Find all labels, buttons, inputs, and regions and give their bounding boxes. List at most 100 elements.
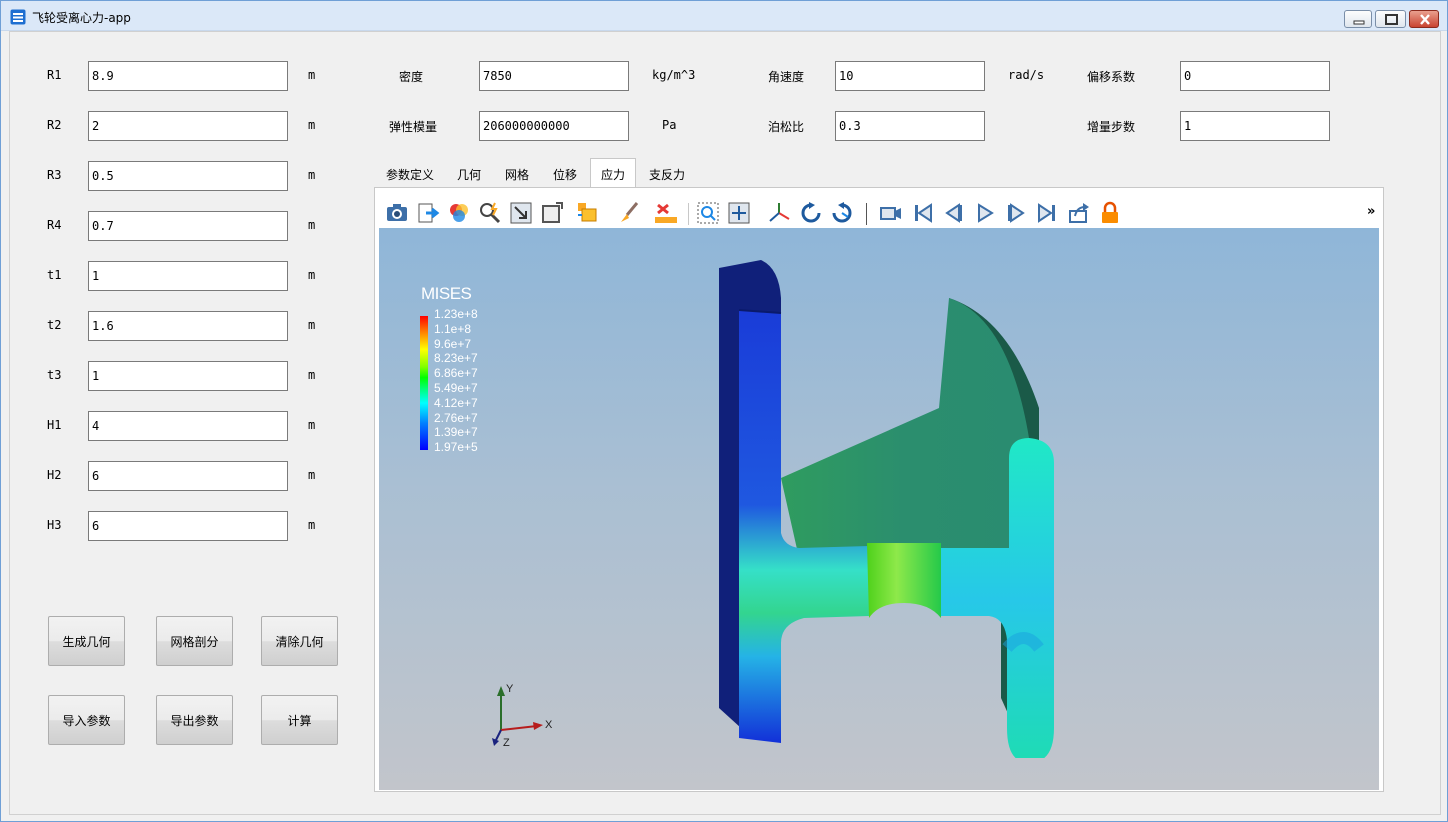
legend-label: 1.23e+8 [434, 307, 478, 321]
param-label-r2: R2 [47, 118, 62, 132]
angular-velocity-input[interactable]: 10 [835, 61, 985, 91]
param-input-r4[interactable]: 0.7 [88, 211, 288, 241]
app-icon [10, 9, 26, 25]
density-label: 密度 [399, 70, 424, 84]
tab-reaction-force[interactable]: 支反力 [639, 159, 695, 187]
param-input-r1[interactable]: 8.9 [88, 61, 288, 91]
pan-icon[interactable] [727, 201, 751, 225]
param-unit-r2: m [308, 118, 316, 132]
export-params-button[interactable]: 导出参数 [156, 695, 233, 745]
toolbar-more-icon[interactable]: » [1367, 204, 1375, 219]
zoom-box-icon[interactable] [696, 201, 720, 225]
param-unit-h2: m [308, 468, 316, 482]
param-input-r3[interactable]: 0.5 [88, 161, 288, 191]
window-title: 飞轮受离心力-app [32, 11, 131, 25]
next-frame-icon[interactable] [1004, 201, 1028, 225]
density-input[interactable]: 7850 [479, 61, 629, 91]
color-map-icon[interactable] [447, 201, 471, 225]
param-label-h2: H2 [47, 468, 62, 482]
video-camera-icon[interactable] [879, 201, 903, 225]
prev-frame-icon[interactable] [942, 201, 966, 225]
modulus-unit: Pa [662, 118, 677, 132]
param-label-t2: t2 [47, 318, 62, 332]
param-input-h2[interactable]: 6 [88, 461, 288, 491]
param-unit-r3: m [308, 168, 316, 182]
compute-button[interactable]: 计算 [261, 695, 338, 745]
param-label-h3: H3 [47, 518, 62, 532]
legend-label: 2.76e+7 [434, 410, 478, 425]
angular-velocity-unit: rad/s [1008, 68, 1045, 82]
param-unit-h1: m [308, 418, 316, 432]
legend-label: 1.97e+5 [434, 440, 478, 455]
first-frame-icon[interactable] [911, 201, 935, 225]
brush-icon[interactable] [617, 201, 641, 225]
tab-param-definition[interactable]: 参数定义 [374, 159, 446, 187]
resize-icon[interactable] [509, 201, 533, 225]
param-input-t2[interactable]: 1.6 [88, 311, 288, 341]
rotate-ccw-icon[interactable] [830, 201, 854, 225]
render-viewport[interactable]: MISES 1.23e+8 1.1e+8 9.6e+7 8.23e+7 6.86e+7 5… [379, 228, 1379, 790]
param-input-h3[interactable]: 6 [88, 511, 288, 541]
legend-label: 6.86e+7 [434, 366, 478, 381]
generate-geometry-button[interactable]: 生成几何 [48, 616, 125, 666]
maximize-button[interactable] [1375, 10, 1406, 28]
axis-z-label: Z [503, 737, 510, 749]
rotate-cw-icon[interactable] [799, 201, 823, 225]
last-frame-icon[interactable] [1035, 201, 1059, 225]
param-input-t3[interactable]: 1 [88, 361, 288, 391]
param-unit-r1: m [308, 68, 316, 82]
play-icon[interactable] [973, 201, 997, 225]
toolbar-separator [866, 203, 867, 225]
param-input-r2[interactable]: 2 [88, 111, 288, 141]
clear-geometry-button[interactable]: 清除几何 [261, 616, 338, 666]
param-input-t1[interactable]: 1 [88, 261, 288, 291]
legend-title: MISES [421, 284, 472, 303]
poisson-input[interactable]: 0.3 [835, 111, 985, 141]
toolbar-separator [688, 203, 689, 225]
tab-stress[interactable]: 应力 [590, 158, 636, 188]
axis-y-label: Y [506, 683, 514, 695]
angular-velocity-label: 角速度 [768, 70, 805, 84]
outline-icon[interactable] [540, 201, 564, 225]
legend-label: 5.49e+7 [434, 381, 478, 395]
ruler-icon[interactable] [654, 201, 678, 225]
box-select-icon[interactable] [576, 201, 600, 225]
param-unit-t2: m [308, 318, 316, 332]
param-input-h1[interactable]: 4 [88, 411, 288, 441]
param-unit-t1: m [308, 268, 316, 282]
param-unit-h3: m [308, 518, 316, 532]
title-bar[interactable]: 飞轮受离心力-app [1, 1, 1447, 31]
param-label-r1: R1 [47, 68, 62, 82]
offset-factor-input[interactable]: 0 [1180, 61, 1330, 91]
offset-factor-label: 偏移系数 [1087, 70, 1136, 84]
modulus-input[interactable]: 206000000000 [479, 111, 629, 141]
share-icon[interactable] [1067, 201, 1091, 225]
minimize-button[interactable] [1344, 10, 1372, 28]
poisson-label: 泊松比 [768, 120, 805, 134]
axis-x-label: X [545, 719, 553, 731]
tab-displacement[interactable]: 位移 [542, 159, 588, 187]
camera-icon[interactable] [385, 201, 409, 225]
param-label-t3: t3 [47, 368, 62, 382]
app-window: 飞轮受离心力-app R1 8.9 m R2 2 m R3 0.5 m R4 0.7 m t1 1 m t2 1… [0, 0, 1448, 822]
param-unit-t3: m [308, 368, 316, 382]
close-button[interactable] [1409, 10, 1439, 28]
axes-icon[interactable] [767, 201, 791, 225]
import-params-button[interactable]: 导入参数 [48, 695, 125, 745]
orientation-axes: Y X Z [492, 683, 553, 749]
tab-mesh[interactable]: 网格 [494, 159, 540, 187]
legend-label: 1.1e+8 [434, 321, 472, 336]
pick-icon[interactable] [478, 201, 502, 225]
tab-geometry[interactable]: 几何 [446, 159, 492, 187]
render-panel: » MISES 1.23e+8 1.1e+8 9.6e+7 8.23e+7 6.86e+… [374, 187, 1384, 792]
legend-label: 8.23e+7 [434, 351, 478, 366]
param-label-r3: R3 [47, 168, 62, 182]
lock-icon[interactable] [1098, 201, 1122, 225]
mesh-button[interactable]: 网格剖分 [156, 616, 233, 666]
param-unit-r4: m [308, 218, 316, 232]
export-icon[interactable] [416, 201, 440, 225]
increment-steps-label: 增量步数 [1087, 120, 1136, 134]
modulus-label: 弹性模量 [389, 120, 438, 134]
increment-steps-input[interactable]: 1 [1180, 111, 1330, 141]
flywheel-stress-model [719, 260, 1054, 758]
